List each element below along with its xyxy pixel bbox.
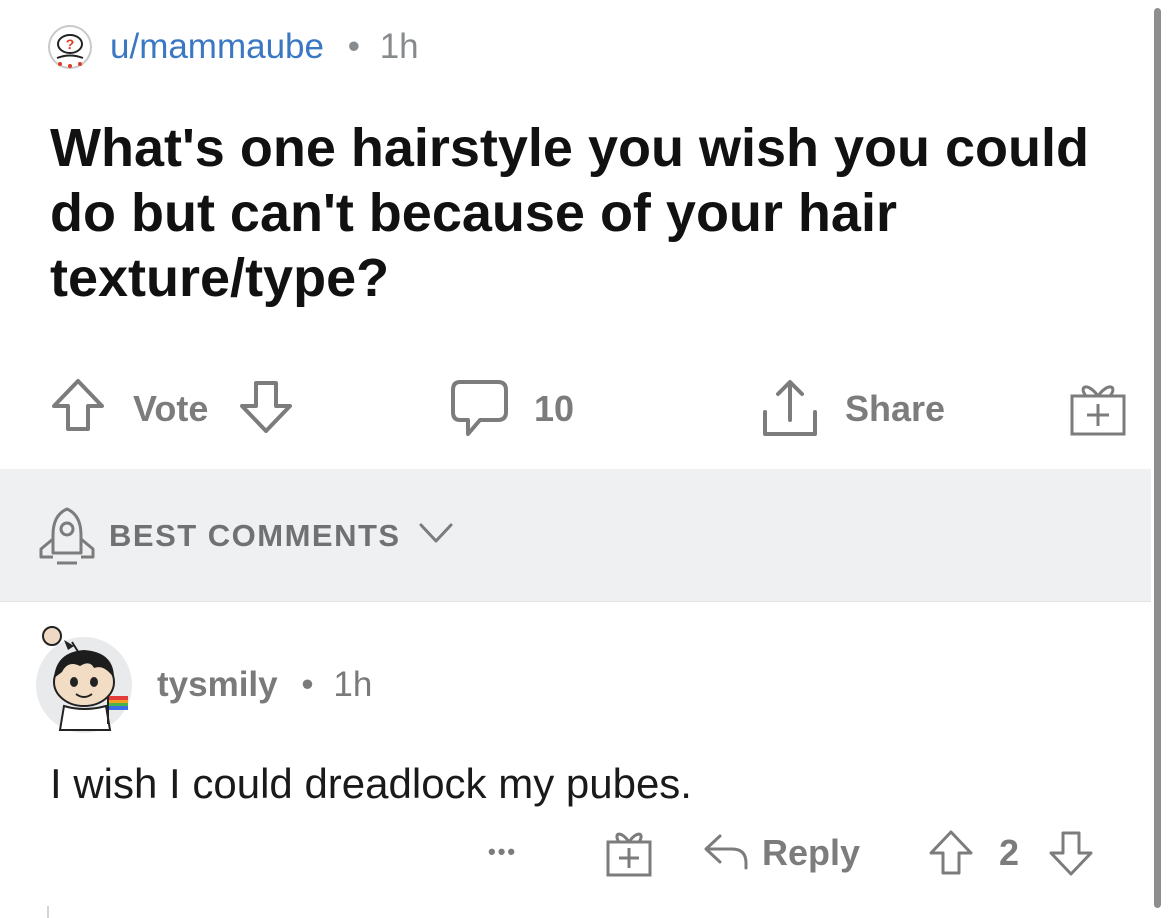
meta-separator: • — [301, 665, 314, 704]
post-time: 1h — [379, 27, 419, 66]
svg-text:?: ? — [66, 36, 75, 52]
comment-score: 2 — [999, 832, 1020, 873]
more-options-button[interactable]: ••• — [488, 832, 517, 872]
author-avatar-icon[interactable]: ? — [47, 24, 93, 70]
upvote-arrow-icon[interactable] — [928, 828, 974, 878]
award-gift-icon[interactable] — [605, 826, 653, 878]
scrollbar[interactable] — [1154, 8, 1161, 908]
reply-arrow-icon[interactable] — [702, 832, 750, 872]
meta-separator: • — [347, 27, 360, 66]
chevron-down-icon — [418, 521, 454, 545]
award-gift-icon[interactable] — [1068, 378, 1128, 438]
downvote-arrow-icon[interactable] — [238, 378, 294, 436]
comment-time: 1h — [333, 665, 373, 704]
share-icon[interactable] — [760, 378, 820, 438]
post-author-meta: u/mammaube • 1h — [110, 26, 419, 68]
share-label[interactable]: Share — [845, 389, 945, 429]
comment-author-name[interactable]: tysmily — [157, 665, 278, 704]
comment-body: I wish I could dreadlock my pubes. — [50, 760, 692, 807]
upvote-arrow-icon[interactable] — [50, 376, 106, 434]
comment-bubble-icon[interactable] — [450, 378, 510, 438]
post-title[interactable]: What's one hairstyle you wish you could … — [50, 116, 1130, 311]
post-author-link[interactable]: u/mammaube — [110, 27, 324, 66]
vote-label: Vote — [133, 388, 209, 429]
post-action-bar: Vote 10 Share — [0, 370, 1150, 450]
reply-button[interactable]: Reply — [762, 833, 860, 873]
thread-line — [47, 906, 49, 918]
sort-label: BEST COMMENTS — [109, 518, 401, 553]
downvote-arrow-icon[interactable] — [1048, 828, 1094, 878]
post-header: ? u/mammaube • 1h — [0, 0, 1150, 100]
comment-sort-bar[interactable]: BEST COMMENTS — [0, 469, 1151, 602]
comment-count: 10 — [534, 388, 575, 429]
comment-author-meta: tysmily • 1h — [157, 664, 372, 706]
comment-avatar[interactable] — [34, 620, 134, 735]
rocket-icon — [37, 505, 97, 565]
